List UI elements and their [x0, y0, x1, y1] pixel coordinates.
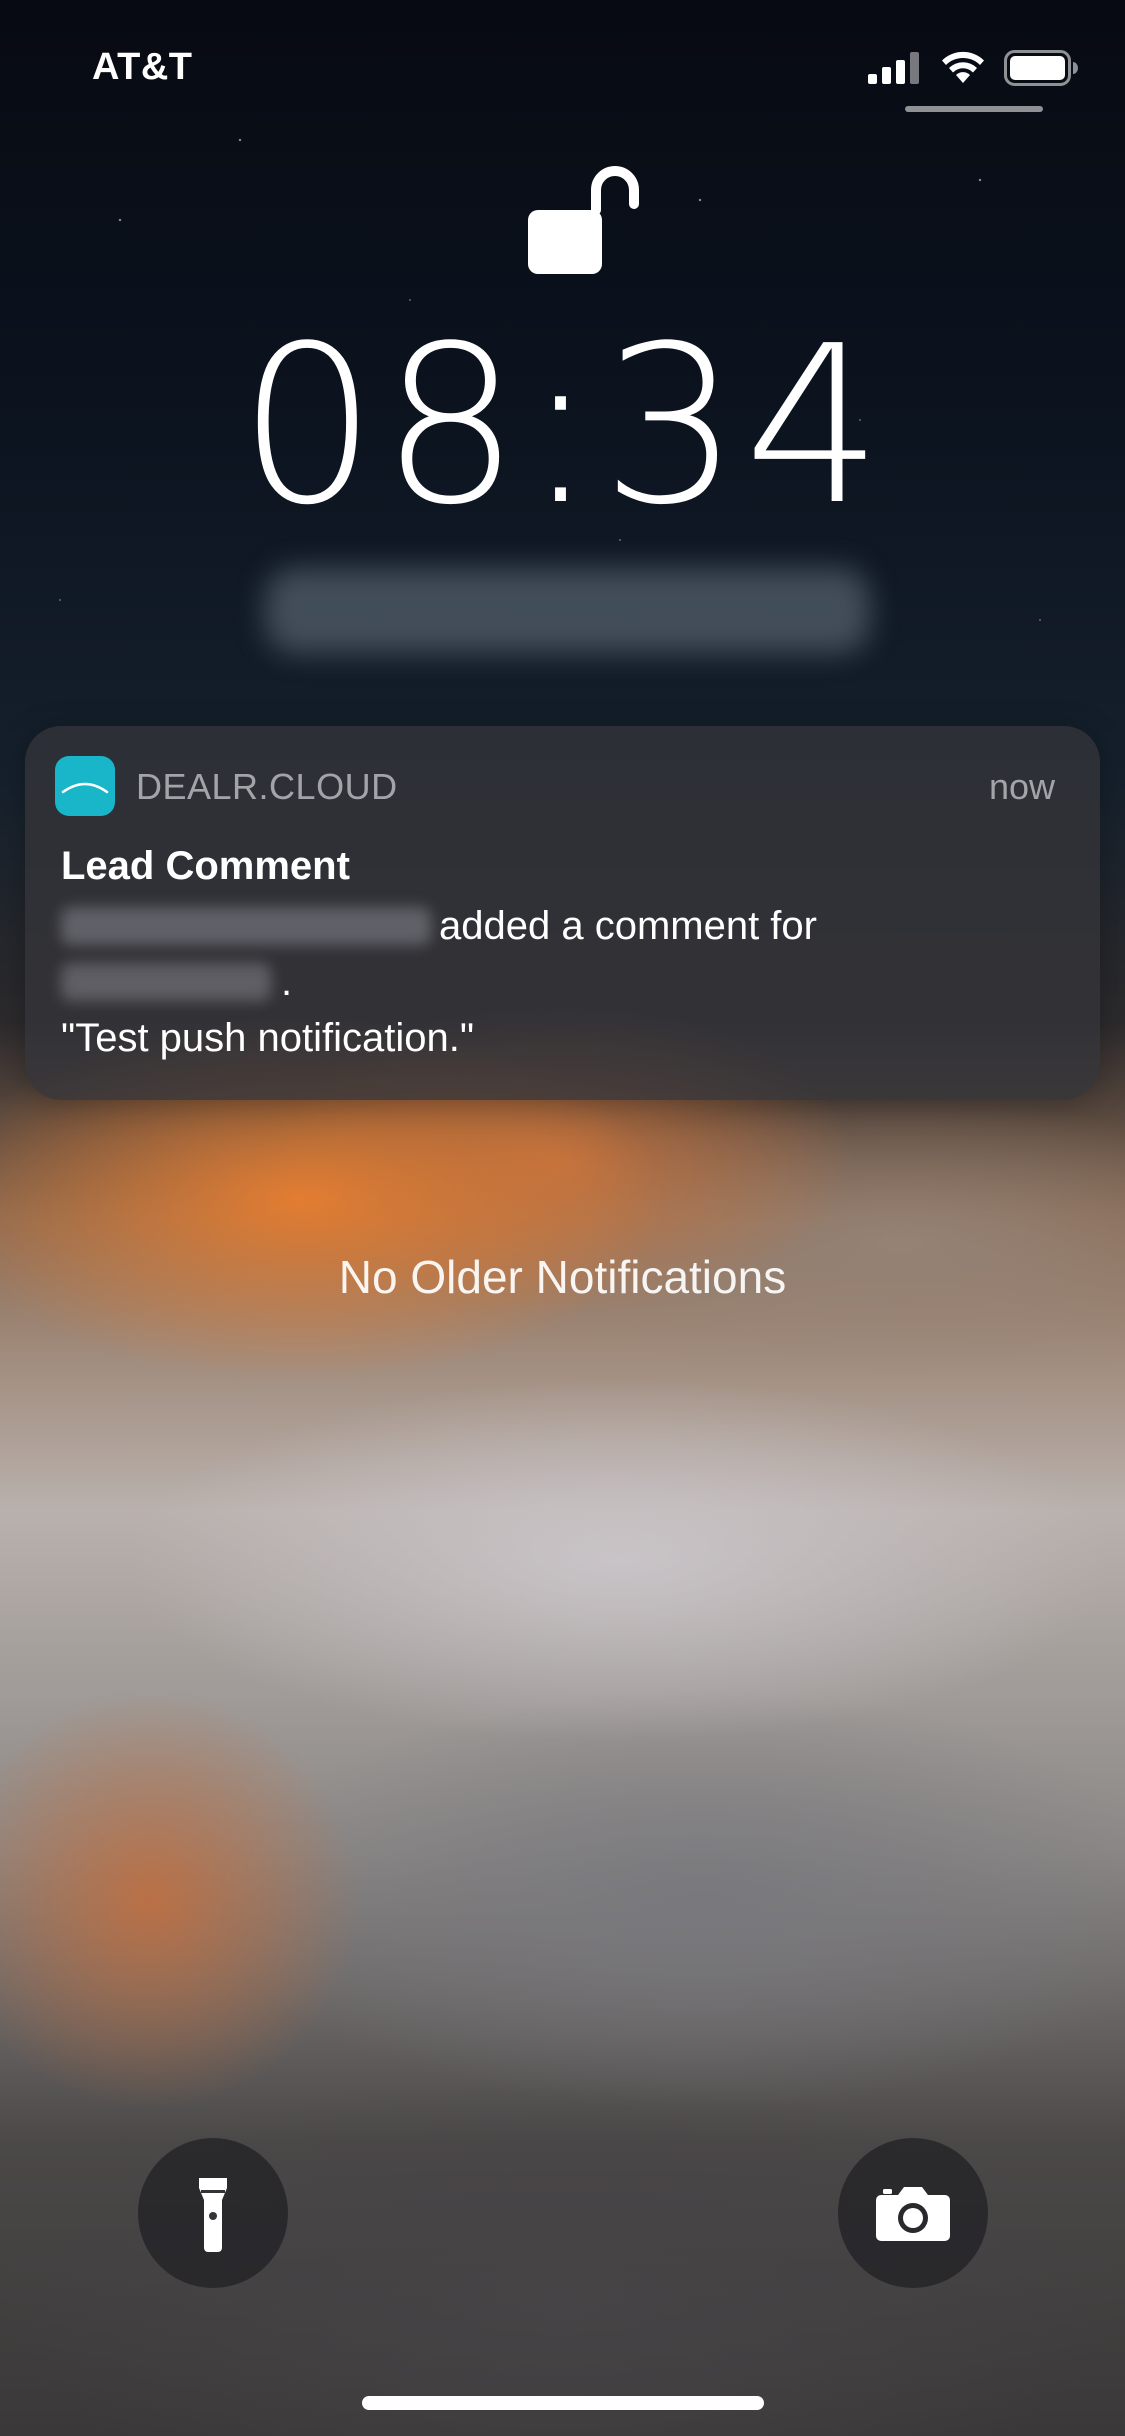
- flashlight-button[interactable]: [138, 2138, 288, 2288]
- unlocked-padlock-icon: [528, 166, 639, 274]
- lock-screen: AT&T 08:34 DEALR.CLOUD now Lead Comment …: [0, 0, 1125, 2436]
- no-older-notifications-label: No Older Notifications: [338, 1251, 787, 1303]
- notification-action-text: added a comment for: [439, 904, 817, 948]
- home-indicator[interactable]: [362, 2396, 764, 2410]
- notification-card[interactable]: DEALR.CLOUD now Lead Comment added a com…: [25, 726, 1100, 1100]
- blurred-user-name: [61, 907, 431, 945]
- carrier-label: AT&T: [92, 46, 193, 88]
- blurred-company-name: [61, 963, 271, 1001]
- flashlight-icon: [199, 2178, 227, 2252]
- notification-app-name: DEALR.CLOUD: [136, 766, 398, 807]
- notification-timestamp: now: [988, 766, 1055, 807]
- camera-button[interactable]: [838, 2138, 988, 2288]
- control-center-grabber[interactable]: [905, 106, 1043, 112]
- wifi-icon: [942, 51, 984, 83]
- cellular-signal-icon: [868, 52, 919, 84]
- notification-quote: "Test push notification.": [61, 1016, 475, 1060]
- status-icons: [868, 50, 1080, 86]
- dealr-app-icon: [55, 756, 115, 816]
- dealr-logo-icon: [61, 782, 109, 794]
- notification-title: Lead Comment: [61, 844, 350, 888]
- blurred-date: [265, 568, 870, 653]
- camera-icon: [876, 2187, 950, 2241]
- lock-screen-time: 08:34: [238, 300, 887, 553]
- notification-body: added a comment for . "Test push notific…: [61, 898, 1071, 1066]
- notification-punctuation: .: [281, 960, 293, 1004]
- status-bar: AT&T: [0, 0, 1125, 140]
- battery-icon: [1004, 50, 1078, 86]
